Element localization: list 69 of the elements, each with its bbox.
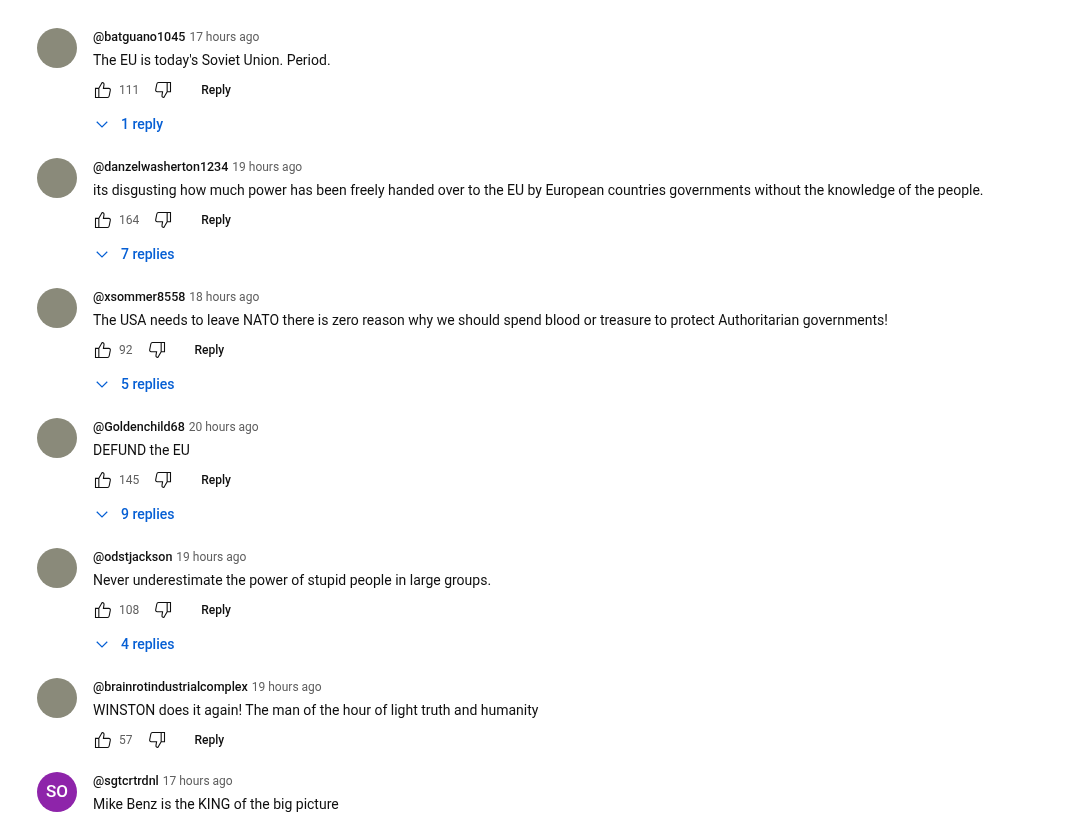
thumbs-down-icon <box>146 340 167 360</box>
comment-author[interactable]: @brainrotindustrialcomplex <box>93 678 248 697</box>
comment-time[interactable]: 19 hours ago <box>176 548 247 566</box>
thumbs-down-icon <box>153 600 174 620</box>
comment-time[interactable]: 18 hours ago <box>189 288 260 306</box>
avatar-photo-placeholder[interactable] <box>37 158 77 198</box>
comment-text: The EU is today's Soviet Union. Period. <box>93 51 331 70</box>
comment-author[interactable]: @Goldenchild68 <box>93 418 185 437</box>
dislike-button[interactable] <box>146 730 167 750</box>
dislike-button[interactable] <box>146 340 167 360</box>
thumbs-up-icon <box>93 470 113 490</box>
comment-time[interactable]: 19 hours ago <box>251 678 322 696</box>
comment-time[interactable]: 20 hours ago <box>188 418 259 436</box>
comment-time[interactable]: 17 hours ago <box>162 772 233 790</box>
like-button[interactable] <box>93 80 113 100</box>
show-replies-button[interactable]: 1 reply <box>90 108 167 140</box>
like-count: 92 <box>119 342 133 359</box>
like-count: 164 <box>119 212 140 229</box>
like-button[interactable] <box>93 730 113 750</box>
thumbs-up-icon <box>93 730 113 750</box>
dislike-button[interactable] <box>153 80 174 100</box>
dislike-button[interactable] <box>153 210 174 230</box>
thumbs-up-icon <box>93 600 113 620</box>
like-button[interactable] <box>93 470 113 490</box>
dislike-button[interactable] <box>153 470 174 490</box>
thumbs-down-icon <box>153 80 174 100</box>
avatar-photo-placeholder[interactable] <box>37 678 77 718</box>
avatar-photo-placeholder[interactable] <box>37 418 77 458</box>
comment-text: The USA needs to leave NATO there is zero reason why we should spend blood or treasure to protect Authoritarian governments! <box>93 311 888 330</box>
thumbs-down-icon <box>146 730 167 750</box>
comment-author[interactable]: @danzelwasherton1234 <box>93 158 229 177</box>
comment-author[interactable]: @batguano1045 <box>93 28 186 47</box>
thumbs-down-icon <box>153 210 174 230</box>
like-count: 57 <box>119 732 133 749</box>
comment-time[interactable]: 19 hours ago <box>232 158 303 176</box>
comment-time[interactable]: 17 hours ago <box>189 28 260 46</box>
like-count: 145 <box>119 472 140 489</box>
comment-author[interactable]: @xsommer8558 <box>93 288 186 307</box>
avatar[interactable]: SO <box>37 772 77 812</box>
thumbs-up-icon <box>93 210 113 230</box>
like-button[interactable] <box>93 600 113 620</box>
like-button[interactable] <box>93 210 113 230</box>
thumbs-down-icon <box>153 470 174 490</box>
thumbs-up-icon <box>93 80 113 100</box>
comment-text: WINSTON does it again! The man of the hour of light truth and humanity <box>93 701 539 720</box>
avatar-photo-placeholder[interactable] <box>37 288 77 328</box>
like-count: 108 <box>119 602 140 619</box>
reply-button[interactable]: Reply <box>189 594 243 626</box>
comment-text: its disgusting how much power has been freely handed over to the EU by European countries governments without the knowledge of the people. <box>93 181 984 200</box>
comment-text: DEFUND the EU <box>93 441 191 460</box>
show-replies-button[interactable]: 9 replies <box>90 498 178 530</box>
like-button[interactable] <box>93 340 113 360</box>
comment-author[interactable]: @odstjackson <box>93 548 173 567</box>
reply-button[interactable]: Reply <box>182 334 237 366</box>
comment-author[interactable]: @sgtcrtrdnl <box>93 772 159 791</box>
avatar-photo-placeholder[interactable] <box>37 548 77 588</box>
show-replies-button[interactable]: 5 replies <box>90 368 178 400</box>
dislike-button[interactable] <box>153 600 174 620</box>
thumbs-up-icon <box>93 340 113 360</box>
like-count: 111 <box>119 82 140 99</box>
avatar-photo-placeholder[interactable] <box>37 28 77 68</box>
reply-button[interactable]: Reply <box>182 724 237 756</box>
show-replies-button[interactable]: 7 replies <box>90 238 178 270</box>
show-replies-button[interactable]: 4 replies <box>90 628 178 660</box>
reply-button[interactable]: Reply <box>189 464 243 496</box>
reply-button[interactable]: Reply <box>189 204 243 236</box>
comment-text: Mike Benz is the KING of the big picture <box>93 795 339 814</box>
comment-text: Never underestimate the power of stupid people in large groups. <box>93 571 492 590</box>
reply-button[interactable]: Reply <box>189 74 243 106</box>
